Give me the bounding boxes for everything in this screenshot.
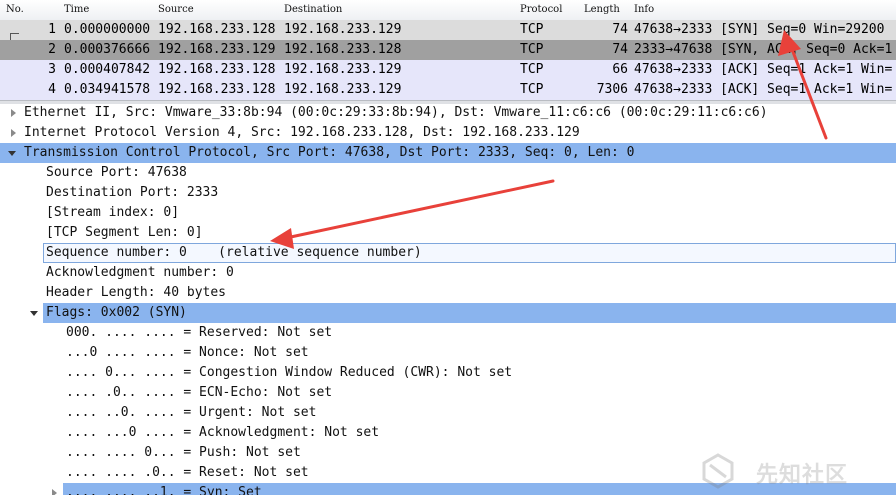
tcp-ack-number[interactable]: Acknowledgment number: 0: [46, 263, 234, 283]
packet-length: 74: [612, 22, 628, 37]
packet-list: No. Time Source Destination Protocol Len…: [0, 0, 896, 100]
packet-length: 74: [612, 42, 628, 57]
flag-nonce[interactable]: ...0 .... .... = Nonce: Not set: [66, 343, 309, 363]
flag-syn[interactable]: .... .... ..1. = Syn: Set: [66, 483, 262, 495]
packet-row[interactable]: 3 0.000407842 192.168.233.128 192.168.23…: [0, 60, 896, 80]
tree-item-ip[interactable]: Internet Protocol Version 4, Src: 192.16…: [24, 123, 580, 143]
expand-arrow-icon[interactable]: [11, 109, 16, 117]
packet-length: 66: [612, 62, 628, 77]
packet-info: 2333→47638 [SYN, ACK] Seq=0 Ack=1: [634, 42, 893, 57]
flag-ecn-echo[interactable]: .... .0.. .... = ECN-Echo: Not set: [66, 383, 332, 403]
collapse-arrow-icon[interactable]: [30, 311, 38, 316]
flag-urgent[interactable]: .... ..0. .... = Urgent: Not set: [66, 403, 316, 423]
watermark-logo-icon: [702, 453, 734, 489]
flag-push[interactable]: .... .... 0... = Push: Not set: [66, 443, 301, 463]
tcp-stream-index[interactable]: [Stream index: 0]: [46, 203, 179, 223]
column-info[interactable]: Info: [634, 4, 654, 15]
packet-info: 47638→2333 [ACK] Seq=1 Ack=1 Win=: [634, 82, 893, 97]
column-time[interactable]: Time: [64, 4, 89, 15]
tcp-destination-port[interactable]: Destination Port: 2333: [46, 183, 218, 203]
tree-item-ethernet[interactable]: Ethernet II, Src: Vmware_33:8b:94 (00:0c…: [24, 103, 768, 123]
packet-row[interactable]: 4 0.034941578 192.168.233.128 192.168.23…: [0, 80, 896, 100]
collapse-arrow-icon[interactable]: [8, 151, 16, 156]
column-no[interactable]: No.: [6, 4, 24, 15]
packet-list-header: No. Time Source Destination Protocol Len…: [0, 0, 896, 21]
flag-reset[interactable]: .... .... .0.. = Reset: Not set: [66, 463, 309, 483]
tcp-header-length[interactable]: Header Length: 40 bytes: [46, 283, 226, 303]
flag-acknowledgment[interactable]: .... ...0 .... = Acknowledgment: Not set: [66, 423, 379, 443]
tcp-flags[interactable]: Flags: 0x002 (SYN): [46, 303, 187, 323]
packet-row[interactable]: 2 0.000376666 192.168.233.129 192.168.23…: [0, 40, 896, 60]
packet-info: 47638→2333 [SYN] Seq=0 Win=29200: [634, 22, 885, 37]
watermark: 先知社区: [698, 451, 888, 491]
packet-info: 47638→2333 [ACK] Seq=1 Ack=1 Win=: [634, 62, 893, 77]
packet-details-tree: Ethernet II, Src: Vmware_33:8b:94 (00:0c…: [0, 103, 896, 495]
packet-length: 7306: [596, 82, 628, 97]
watermark-text: 先知社区: [756, 463, 849, 488]
tcp-source-port[interactable]: Source Port: 47638: [46, 163, 187, 183]
expand-arrow-icon[interactable]: [52, 489, 57, 495]
expand-arrow-icon[interactable]: [11, 129, 16, 137]
flag-reserved[interactable]: 000. .... .... = Reserved: Not set: [66, 323, 332, 343]
column-protocol[interactable]: Protocol: [520, 4, 562, 15]
column-length[interactable]: Length: [584, 4, 620, 15]
tcp-sequence-number[interactable]: Sequence number: 0 (relative sequence nu…: [43, 243, 896, 263]
conversation-link-icon: [10, 33, 19, 40]
packet-row[interactable]: 1 0.000000000 192.168.233.128 192.168.23…: [0, 20, 896, 40]
column-destination[interactable]: Destination: [284, 4, 342, 15]
column-source[interactable]: Source: [158, 4, 194, 15]
tree-item-tcp[interactable]: Transmission Control Protocol, Src Port:…: [24, 143, 634, 163]
flag-cwr[interactable]: .... 0... .... = Congestion Window Reduc…: [66, 363, 512, 383]
tcp-segment-len[interactable]: [TCP Segment Len: 0]: [46, 223, 203, 243]
